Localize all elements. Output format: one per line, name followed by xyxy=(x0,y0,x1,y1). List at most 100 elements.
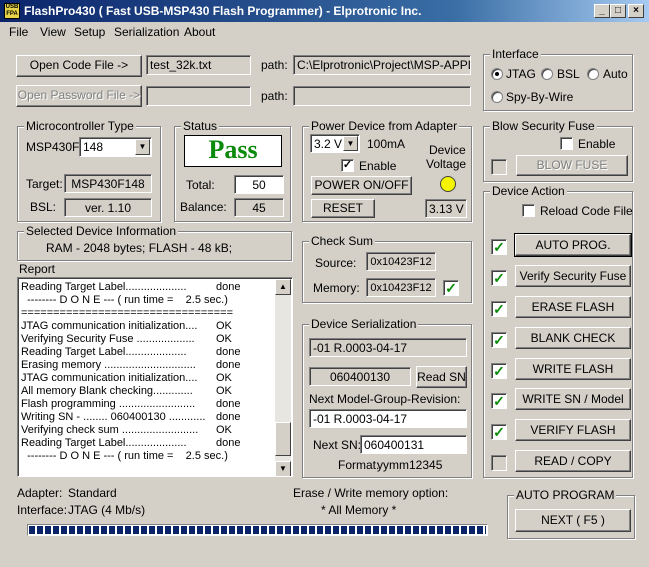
blank-check-button[interactable]: BLANK CHECK xyxy=(515,327,631,349)
maximize-button[interactable]: □ xyxy=(610,4,626,18)
adapter-label: Adapter: xyxy=(17,486,63,500)
next-button[interactable]: NEXT ( F5 ) xyxy=(515,509,631,532)
status-result: Pass xyxy=(184,135,282,167)
blow-fuse-button[interactable]: BLOW FUSE xyxy=(516,155,628,176)
erase-option-label: Erase / Write memory option: xyxy=(293,486,449,500)
report-line: Reading Target Label.................... xyxy=(21,437,187,449)
open-password-file-button[interactable]: Open Password File -> xyxy=(16,85,142,107)
erase-flash-checkbox[interactable]: ✓ xyxy=(491,301,507,317)
next-model-field[interactable]: -01 R.0003-04-17 xyxy=(309,409,467,428)
report-line-status: done xyxy=(216,346,241,358)
write-flash-checkbox[interactable]: ✓ xyxy=(491,363,507,379)
read-copy-button[interactable]: READ / COPY xyxy=(515,450,631,472)
total-label: Total: xyxy=(186,178,215,192)
auto-prog-checkbox[interactable]: ✓ xyxy=(491,239,507,255)
measured-voltage: 3.13 V xyxy=(425,199,467,218)
read-sn-button[interactable]: Read SN xyxy=(416,366,467,388)
voltage-select[interactable]: 3.2 V ▼ xyxy=(310,134,360,153)
progress-fill xyxy=(29,526,486,534)
selected-device-title: Selected Device Information xyxy=(24,224,179,238)
next-model-label: Next Model-Group-Revision: xyxy=(309,392,461,406)
jtag-label: JTAG xyxy=(506,67,536,81)
menu-serialization[interactable]: Serialization xyxy=(114,25,179,39)
reload-code-checkbox[interactable] xyxy=(522,204,535,217)
adapter-value: Standard xyxy=(68,486,117,500)
power-enable-checkbox[interactable]: ✓ xyxy=(341,159,354,172)
blow-fuse-enable-label: Enable xyxy=(578,137,616,151)
write-sn-checkbox[interactable]: ✓ xyxy=(491,393,507,409)
report-title: Report xyxy=(19,262,56,276)
erase-flash-button[interactable]: ERASE FLASH xyxy=(515,296,631,318)
verify-security-fuse-checkbox[interactable]: ✓ xyxy=(491,270,507,286)
auto-program-group: AUTO PROGRAM NEXT ( F5 ) xyxy=(507,488,635,539)
report-line: -------- D O N E --- ( run time = 2.5 se… xyxy=(21,294,228,306)
verify-flash-checkbox[interactable]: ✓ xyxy=(491,424,507,440)
report-scrollbar[interactable]: ▲ ▼ xyxy=(275,279,291,476)
report-line-status: done xyxy=(216,359,241,371)
password-file-name xyxy=(146,86,251,106)
reset-button[interactable]: RESET xyxy=(311,199,375,218)
report-line: -------- D O N E --- ( run time = 2.5 se… xyxy=(21,450,228,462)
mcu-select[interactable]: 148 ▼ xyxy=(79,137,152,157)
format-value: yymm12345 xyxy=(377,458,443,472)
write-flash-button[interactable]: WRITE FLASH xyxy=(515,358,631,380)
chevron-down-icon[interactable]: ▼ xyxy=(135,139,150,155)
reload-code-label: Reload Code File xyxy=(540,204,633,218)
power-group: Power Device from Adapter 3.2 V ▼ 100mA … xyxy=(302,119,472,222)
erase-option-value: * All Memory * xyxy=(321,503,397,517)
auto-radio[interactable] xyxy=(587,68,599,80)
selected-device-group: Selected Device Information RAM - 2048 b… xyxy=(17,224,292,261)
scroll-up-icon[interactable]: ▲ xyxy=(275,279,291,295)
checksum-group: Check Sum Source: 0x10423F12 Memory: 0x1… xyxy=(302,234,472,303)
power-on-off-button[interactable]: POWER ON/OFF xyxy=(311,176,412,195)
device-action-group: Device Action Reload Code File ✓ AUTO PR… xyxy=(483,184,633,478)
jtag-radio[interactable] xyxy=(491,68,503,80)
chevron-down-icon[interactable]: ▼ xyxy=(343,136,358,151)
total-field[interactable]: 50 xyxy=(234,175,284,194)
verify-security-fuse-button[interactable]: Verify Security Fuse xyxy=(515,265,631,287)
power-enable-label: Enable xyxy=(359,159,397,173)
checksum-source: 0x10423F12 xyxy=(366,252,436,271)
microcontroller-title: Microcontroller Type xyxy=(24,119,136,133)
next-sn-field[interactable]: 060400131 xyxy=(360,435,467,454)
spy-by-wire-label: Spy-By-Wire xyxy=(506,90,574,104)
mcu-model: 148 xyxy=(83,140,104,154)
blow-fuse-enable-checkbox[interactable] xyxy=(560,137,573,150)
minimize-button[interactable]: _ xyxy=(594,4,610,18)
checksum-source-label: Source: xyxy=(315,256,357,270)
spy-by-wire-radio[interactable] xyxy=(491,91,503,103)
open-code-file-button[interactable]: Open Code File -> xyxy=(16,55,142,77)
menu-setup[interactable]: Setup xyxy=(74,25,105,39)
write-sn-button[interactable]: WRITE SN / Model xyxy=(515,388,631,410)
scroll-thumb[interactable] xyxy=(275,422,291,456)
password-path-label: path: xyxy=(261,89,288,103)
report-line-status: OK xyxy=(216,424,232,436)
balance-value: 45 xyxy=(234,198,284,217)
report-line: Reading Target Label.................... xyxy=(21,281,187,293)
scroll-down-icon[interactable]: ▼ xyxy=(275,461,291,476)
format-label: Format: xyxy=(338,458,380,472)
menu-file[interactable]: File xyxy=(9,25,28,39)
target-value: MSP430F148 xyxy=(64,174,152,193)
checksum-title: Check Sum xyxy=(309,234,376,248)
auto-prog-button[interactable]: AUTO PROG. xyxy=(514,233,632,257)
menu-bar: File View Setup Serialization About xyxy=(0,22,649,41)
menu-view[interactable]: View xyxy=(40,25,66,39)
app-icon: USB FPA xyxy=(4,3,20,19)
report-line-status: done xyxy=(216,281,241,293)
close-button[interactable]: × xyxy=(628,4,644,18)
bsl-radio[interactable] xyxy=(541,68,553,80)
menu-about[interactable]: About xyxy=(184,25,215,39)
report-log[interactable]: Reading Target Label....................… xyxy=(17,277,293,477)
verify-flash-button[interactable]: VERIFY FLASH xyxy=(515,419,631,441)
current-limit: 100mA xyxy=(367,137,406,151)
status-title: Status xyxy=(181,119,220,133)
serial-model: -01 R.0003-04-17 xyxy=(309,338,467,357)
read-copy-checkbox[interactable] xyxy=(491,455,507,471)
title-bar: USB FPA FlashPro430 ( Fast USB-MSP430 Fl… xyxy=(0,0,649,22)
balance-label: Balance: xyxy=(180,200,227,214)
report-line-status: done xyxy=(216,437,241,449)
serial-number: 060400130 xyxy=(309,367,411,386)
blank-check-checkbox[interactable]: ✓ xyxy=(491,332,507,348)
interface-group: Interface JTAG BSL Auto Spy-By-Wire xyxy=(483,47,633,111)
